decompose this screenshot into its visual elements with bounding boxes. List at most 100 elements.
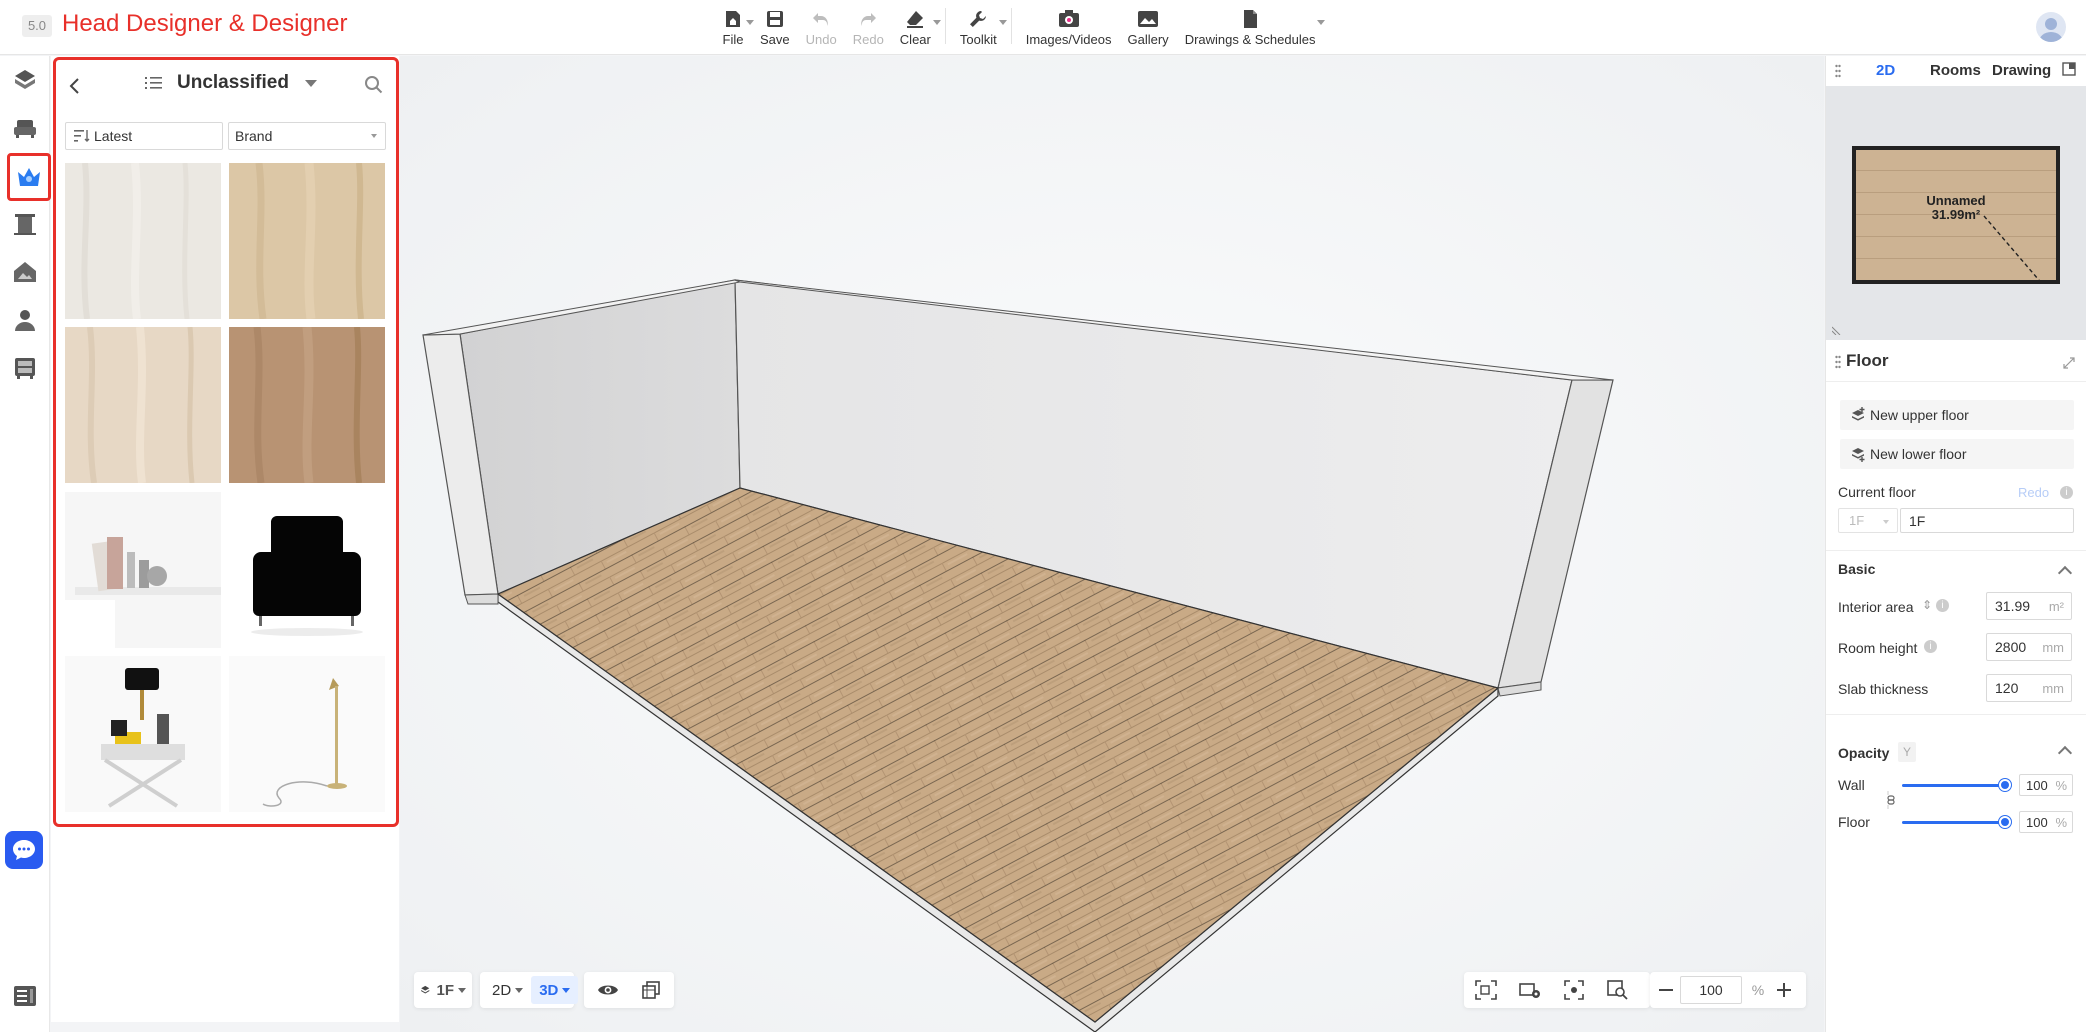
chevron-down-icon [304,79,317,87]
chat-button[interactable] [5,831,43,869]
file-button[interactable]: File [714,4,754,52]
back-button[interactable] [63,74,87,98]
resize-handle-icon[interactable] [1831,322,1842,340]
floor-opacity-knob[interactable] [1999,816,2011,828]
wall-opacity-knob[interactable] [1999,779,2011,791]
opacity-section-title: Opacity [1838,745,1890,761]
wall-opacity-input[interactable]: 100 % [2019,774,2073,796]
rail-door-window-button[interactable] [9,208,41,240]
minimap-room[interactable]: Unnamed 31.99m² [1852,146,2060,284]
floor-opacity-input[interactable]: 100 % [2019,811,2073,833]
current-floor-select[interactable]: 1F [1838,508,1898,533]
crown-icon [18,168,40,186]
expand-button[interactable] [2063,354,2075,374]
user-icon [2039,18,2063,42]
rail-structure-button[interactable] [9,64,41,96]
zoom-controls: 100 % [1650,972,1806,1008]
drag-handle-icon[interactable] [1835,354,1841,374]
floor-switcher[interactable]: 1F [414,972,472,1008]
rail-furniture-button[interactable] [9,112,41,144]
wall-opacity-slider[interactable] [1902,784,2004,787]
chevron-left-icon [69,78,79,94]
library-item-pale-wood-texture[interactable] [65,327,221,483]
tab-drawing[interactable]: Drawing [1992,62,2051,79]
zoom-region-button[interactable] [1606,978,1630,1002]
focus-button[interactable] [1562,978,1586,1002]
sort-dropdown[interactable]: Latest [65,122,223,150]
sort-toggle-icon[interactable]: ⇕ [1922,598,1932,612]
info-icon[interactable]: i [2060,486,2073,499]
floor-label: 1F [436,981,454,999]
render-mode-button[interactable] [639,978,662,1002]
camera-gear-icon [1519,983,1540,998]
minimap-room-name: Unnamed [1926,193,1986,208]
visibility-button[interactable] [596,978,619,1002]
drawings-schedules-button[interactable]: Drawings & Schedules [1177,4,1326,52]
library-item-shelf-decor-model[interactable] [65,492,221,648]
link-opacity-button[interactable] [1886,790,1896,815]
rail-library-button[interactable] [7,153,51,201]
user-avatar[interactable] [2036,12,2066,42]
floor-opacity-slider[interactable] [1902,821,2004,824]
clear-button[interactable]: Clear [892,4,941,52]
interior-area-input[interactable]: 31.99 m² [1986,592,2072,620]
room-height-unit: mm [2042,639,2064,655]
rail-cabinet-button[interactable] [9,352,41,384]
popout-button[interactable] [2062,62,2076,80]
search-button[interactable] [363,74,387,98]
fit-view-button[interactable] [1474,978,1498,1002]
tab-rooms[interactable]: Rooms [1930,62,1981,79]
brand-dropdown[interactable]: Brand [228,122,386,150]
gallery-button[interactable]: Gallery [1120,4,1177,52]
library-item-white-wood-texture[interactable] [65,163,221,319]
zoom-out-button[interactable] [1656,978,1676,1002]
library-item-table-lamp-set-model[interactable] [65,656,221,812]
wall-opacity-value: 100 [2026,777,2048,793]
collapse-basic-button[interactable] [2057,565,2073,581]
camera-settings-button[interactable] [1518,978,1542,1002]
library-item-armchair-model[interactable] [229,492,385,648]
user-icon [15,310,35,331]
display-options [584,972,674,1008]
add-layer-down-icon [1852,448,1865,462]
tab-2d[interactable]: 2D [1876,62,1895,79]
interior-area-label: Interior area [1838,599,1914,615]
save-button[interactable]: Save [752,4,798,52]
drawings-schedules-label: Drawings & Schedules [1184,32,1316,47]
info-icon[interactable]: i [1936,599,1949,612]
sidebar-toggle-button[interactable] [12,983,38,1009]
zoom-region-icon [1607,980,1628,1000]
room-3d-scene[interactable] [400,56,1824,1032]
wall-opacity-unit: % [2055,777,2067,793]
collapse-opacity-button[interactable] [2057,745,2073,761]
zoom-in-button[interactable] [1774,978,1794,1002]
brown-wood-texture-image [229,327,385,483]
category-selector[interactable]: Unclassified [145,72,317,94]
new-lower-floor-button[interactable]: New lower floor [1840,439,2074,469]
rail-user-button[interactable] [9,304,41,336]
current-floor-name-input[interactable]: 1F [1900,508,2074,533]
undo-button[interactable]: Undo [798,4,845,52]
rail-house-button[interactable] [9,256,41,288]
zoom-unit: % [1751,982,1765,998]
library-item-light-oak-texture[interactable] [229,163,385,319]
images-videos-button[interactable]: Images/Videos [1018,4,1120,52]
view-3d-button[interactable]: 3D [531,976,579,1004]
room-height-value: 2800 [1995,639,2027,655]
drag-handle-icon[interactable] [1835,64,1841,82]
redo-link[interactable]: Redo [2018,485,2049,500]
opacity-shortcut-badge: Y [1898,742,1916,762]
top-bar: 5.0 Head Designer & Designer File Save U… [0,0,2086,55]
info-icon[interactable]: i [1924,640,1937,653]
view-2d-button[interactable]: 2D [484,976,531,1004]
zoom-input[interactable]: 100 [1680,976,1742,1004]
slab-thickness-input[interactable]: 120 mm [1986,674,2072,702]
library-item-floor-lamp-model[interactable] [229,656,385,812]
room-height-input[interactable]: 2800 mm [1986,633,2072,661]
3d-viewport[interactable]: 1F 2D 3D 100 % [400,56,1824,1032]
new-upper-floor-button[interactable]: New upper floor [1840,400,2074,430]
redo-button[interactable]: Redo [845,4,892,52]
minimap[interactable]: Unnamed 31.99m² [1826,86,2086,340]
toolkit-button[interactable]: Toolkit [952,4,1007,52]
library-item-brown-wood-texture[interactable] [229,327,385,483]
